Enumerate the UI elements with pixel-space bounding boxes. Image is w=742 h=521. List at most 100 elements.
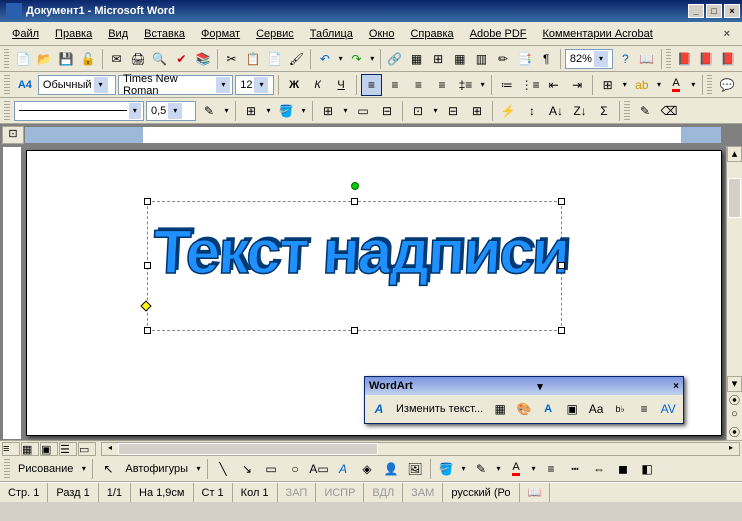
highlight-button[interactable]: ab [631, 74, 652, 96]
cut-button[interactable]: ✂ [222, 48, 242, 70]
merge-cells-button[interactable]: ▭ [352, 100, 374, 122]
reading-view-button[interactable]: ▭ [78, 442, 96, 456]
clipart-button[interactable]: 👤 [380, 458, 402, 480]
vertical-text-button[interactable]: b♭ [609, 398, 631, 420]
horizontal-scrollbar[interactable]: ◂ ▸ [101, 442, 740, 456]
show-marks-button[interactable]: ¶ [536, 48, 556, 70]
autoshapes-dropdown[interactable]: ▾ [194, 464, 203, 473]
distribute-cols-button[interactable]: ⊞ [466, 100, 488, 122]
docmap-button[interactable]: 📑 [515, 48, 535, 70]
hyperlink-button[interactable]: 🔗 [385, 48, 405, 70]
shading-dropdown[interactable]: ▾ [299, 106, 308, 115]
horizontal-ruler[interactable] [24, 126, 722, 144]
paste-button[interactable]: 📄 [265, 48, 285, 70]
help-button[interactable]: ? [615, 48, 635, 70]
prev-page-button[interactable]: ⦿ [727, 392, 742, 408]
undo-dropdown[interactable]: ▾ [337, 54, 345, 63]
mail-button[interactable]: ✉ [107, 48, 127, 70]
drawing-menu[interactable]: Рисование [14, 463, 77, 475]
format-painter-button[interactable]: 🖌 [287, 48, 307, 70]
border-dropdown[interactable]: ▾ [264, 106, 273, 115]
browse-object-button[interactable]: ○ [727, 408, 742, 424]
distribute-rows-button[interactable]: ⊟ [442, 100, 464, 122]
line-weight-combo[interactable]: 0,5▾ [146, 101, 196, 121]
eraser-button[interactable]: ⌫ [658, 100, 680, 122]
text-direction-button[interactable]: ↕ [521, 100, 543, 122]
vertical-scrollbar[interactable]: ▴ ▾ ⦿ ○ ⦿ [726, 146, 742, 440]
style-combo[interactable]: Обычный▾ [38, 75, 116, 95]
underline-button[interactable]: Ч [330, 74, 351, 96]
autoshapes-menu[interactable]: Автофигуры [121, 463, 192, 475]
justify-button[interactable]: ≡ [431, 74, 452, 96]
menu-insert[interactable]: Вставка [138, 26, 191, 42]
resize-handle-se[interactable] [558, 327, 565, 334]
print-view-button[interactable]: ▣ [40, 442, 58, 456]
line-style-button[interactable]: ≡ [540, 458, 562, 480]
menu-table[interactable]: Таблица [304, 26, 359, 42]
draw-table-button[interactable]: ✎ [634, 100, 656, 122]
save-button[interactable]: 💾 [57, 48, 77, 70]
menu-format[interactable]: Формат [195, 26, 246, 42]
select-objects-button[interactable]: ↖ [97, 458, 119, 480]
menu-view[interactable]: Вид [102, 26, 134, 42]
preview-button[interactable]: 🔍 [150, 48, 170, 70]
minimize-button[interactable]: _ [688, 4, 704, 18]
redo-button[interactable]: ↷ [347, 48, 367, 70]
fontsize-combo[interactable]: 12▾ [235, 75, 274, 95]
fill-color-dropdown[interactable]: ▾ [459, 464, 468, 473]
line-color-dropdown[interactable]: ▾ [494, 464, 503, 473]
menu-adobe[interactable]: Adobe PDF [464, 26, 533, 42]
wordart-toolbar-close[interactable]: × [673, 381, 679, 392]
line-color-button[interactable]: ✎ [470, 458, 492, 480]
picture-button[interactable]: 🖼 [404, 458, 426, 480]
italic-button[interactable]: К [307, 74, 328, 96]
format-wordart-button[interactable]: 🎨 [513, 398, 535, 420]
align-cell-button[interactable]: ⊡ [407, 100, 429, 122]
hscroll-thumb[interactable] [118, 443, 378, 455]
maximize-button[interactable]: □ [706, 4, 722, 18]
toolbar-grip-2[interactable] [666, 49, 671, 69]
print-button[interactable]: 🖨 [128, 48, 148, 70]
open-button[interactable]: 📂 [35, 48, 55, 70]
read-button[interactable]: 📖 [637, 48, 657, 70]
toolbar-grip-7[interactable] [4, 459, 10, 479]
undo-button[interactable]: ↶ [315, 48, 335, 70]
drawing-menu-dropdown[interactable]: ▾ [79, 464, 88, 473]
resize-handle-n[interactable] [351, 198, 358, 205]
scroll-down-button[interactable]: ▾ [727, 376, 742, 392]
toolbar-grip[interactable] [4, 49, 9, 69]
menu-help[interactable]: Справка [404, 26, 459, 42]
edit-wordart-text-button[interactable]: Изменить текст... [392, 403, 487, 415]
border-outside-button[interactable]: ⊞ [240, 100, 262, 122]
same-height-button[interactable]: Aa [585, 398, 607, 420]
bold-button[interactable]: Ж [283, 74, 304, 96]
insert-table-dropdown[interactable]: ▾ [341, 106, 350, 115]
scroll-left-button[interactable]: ◂ [102, 443, 118, 455]
scroll-right-button[interactable]: ▸ [723, 443, 739, 455]
menu-window[interactable]: Окно [363, 26, 401, 42]
oval-button[interactable]: ○ [284, 458, 306, 480]
permission-button[interactable]: 🔓 [78, 48, 98, 70]
status-rec[interactable]: ЗАП [278, 483, 317, 502]
line-style-combo[interactable]: ▾ [14, 101, 144, 121]
page[interactable]: Текст надписи WordArt ▾ × A Изменить тек… [26, 150, 722, 436]
status-lang[interactable]: русский (Ро [443, 483, 519, 502]
shadow-button[interactable]: ◼ [612, 458, 634, 480]
menu-edit[interactable]: Правка [49, 26, 98, 42]
resize-handle-ne[interactable] [558, 198, 565, 205]
highlight-dropdown[interactable]: ▾ [655, 80, 664, 89]
sort-desc-button[interactable]: Z↓ [569, 100, 591, 122]
wordart-object[interactable]: Текст надписи [147, 201, 562, 331]
resize-handle-s[interactable] [351, 327, 358, 334]
redo-dropdown[interactable]: ▾ [368, 54, 376, 63]
menu-service[interactable]: Сервис [250, 26, 300, 42]
resize-handle-e[interactable] [558, 262, 565, 269]
arrow-style-button[interactable]: ⇔ [588, 458, 610, 480]
insert-wordart-button[interactable]: A [368, 398, 390, 420]
align-cell-dropdown[interactable]: ▾ [431, 106, 440, 115]
acrobat-comment-button[interactable]: 💬 [716, 74, 737, 96]
menu-file[interactable]: Файл [6, 26, 45, 42]
status-ovr[interactable]: ЗАМ [403, 483, 443, 502]
outdent-button[interactable]: ⇤ [543, 74, 564, 96]
shading-button[interactable]: 🪣 [275, 100, 297, 122]
